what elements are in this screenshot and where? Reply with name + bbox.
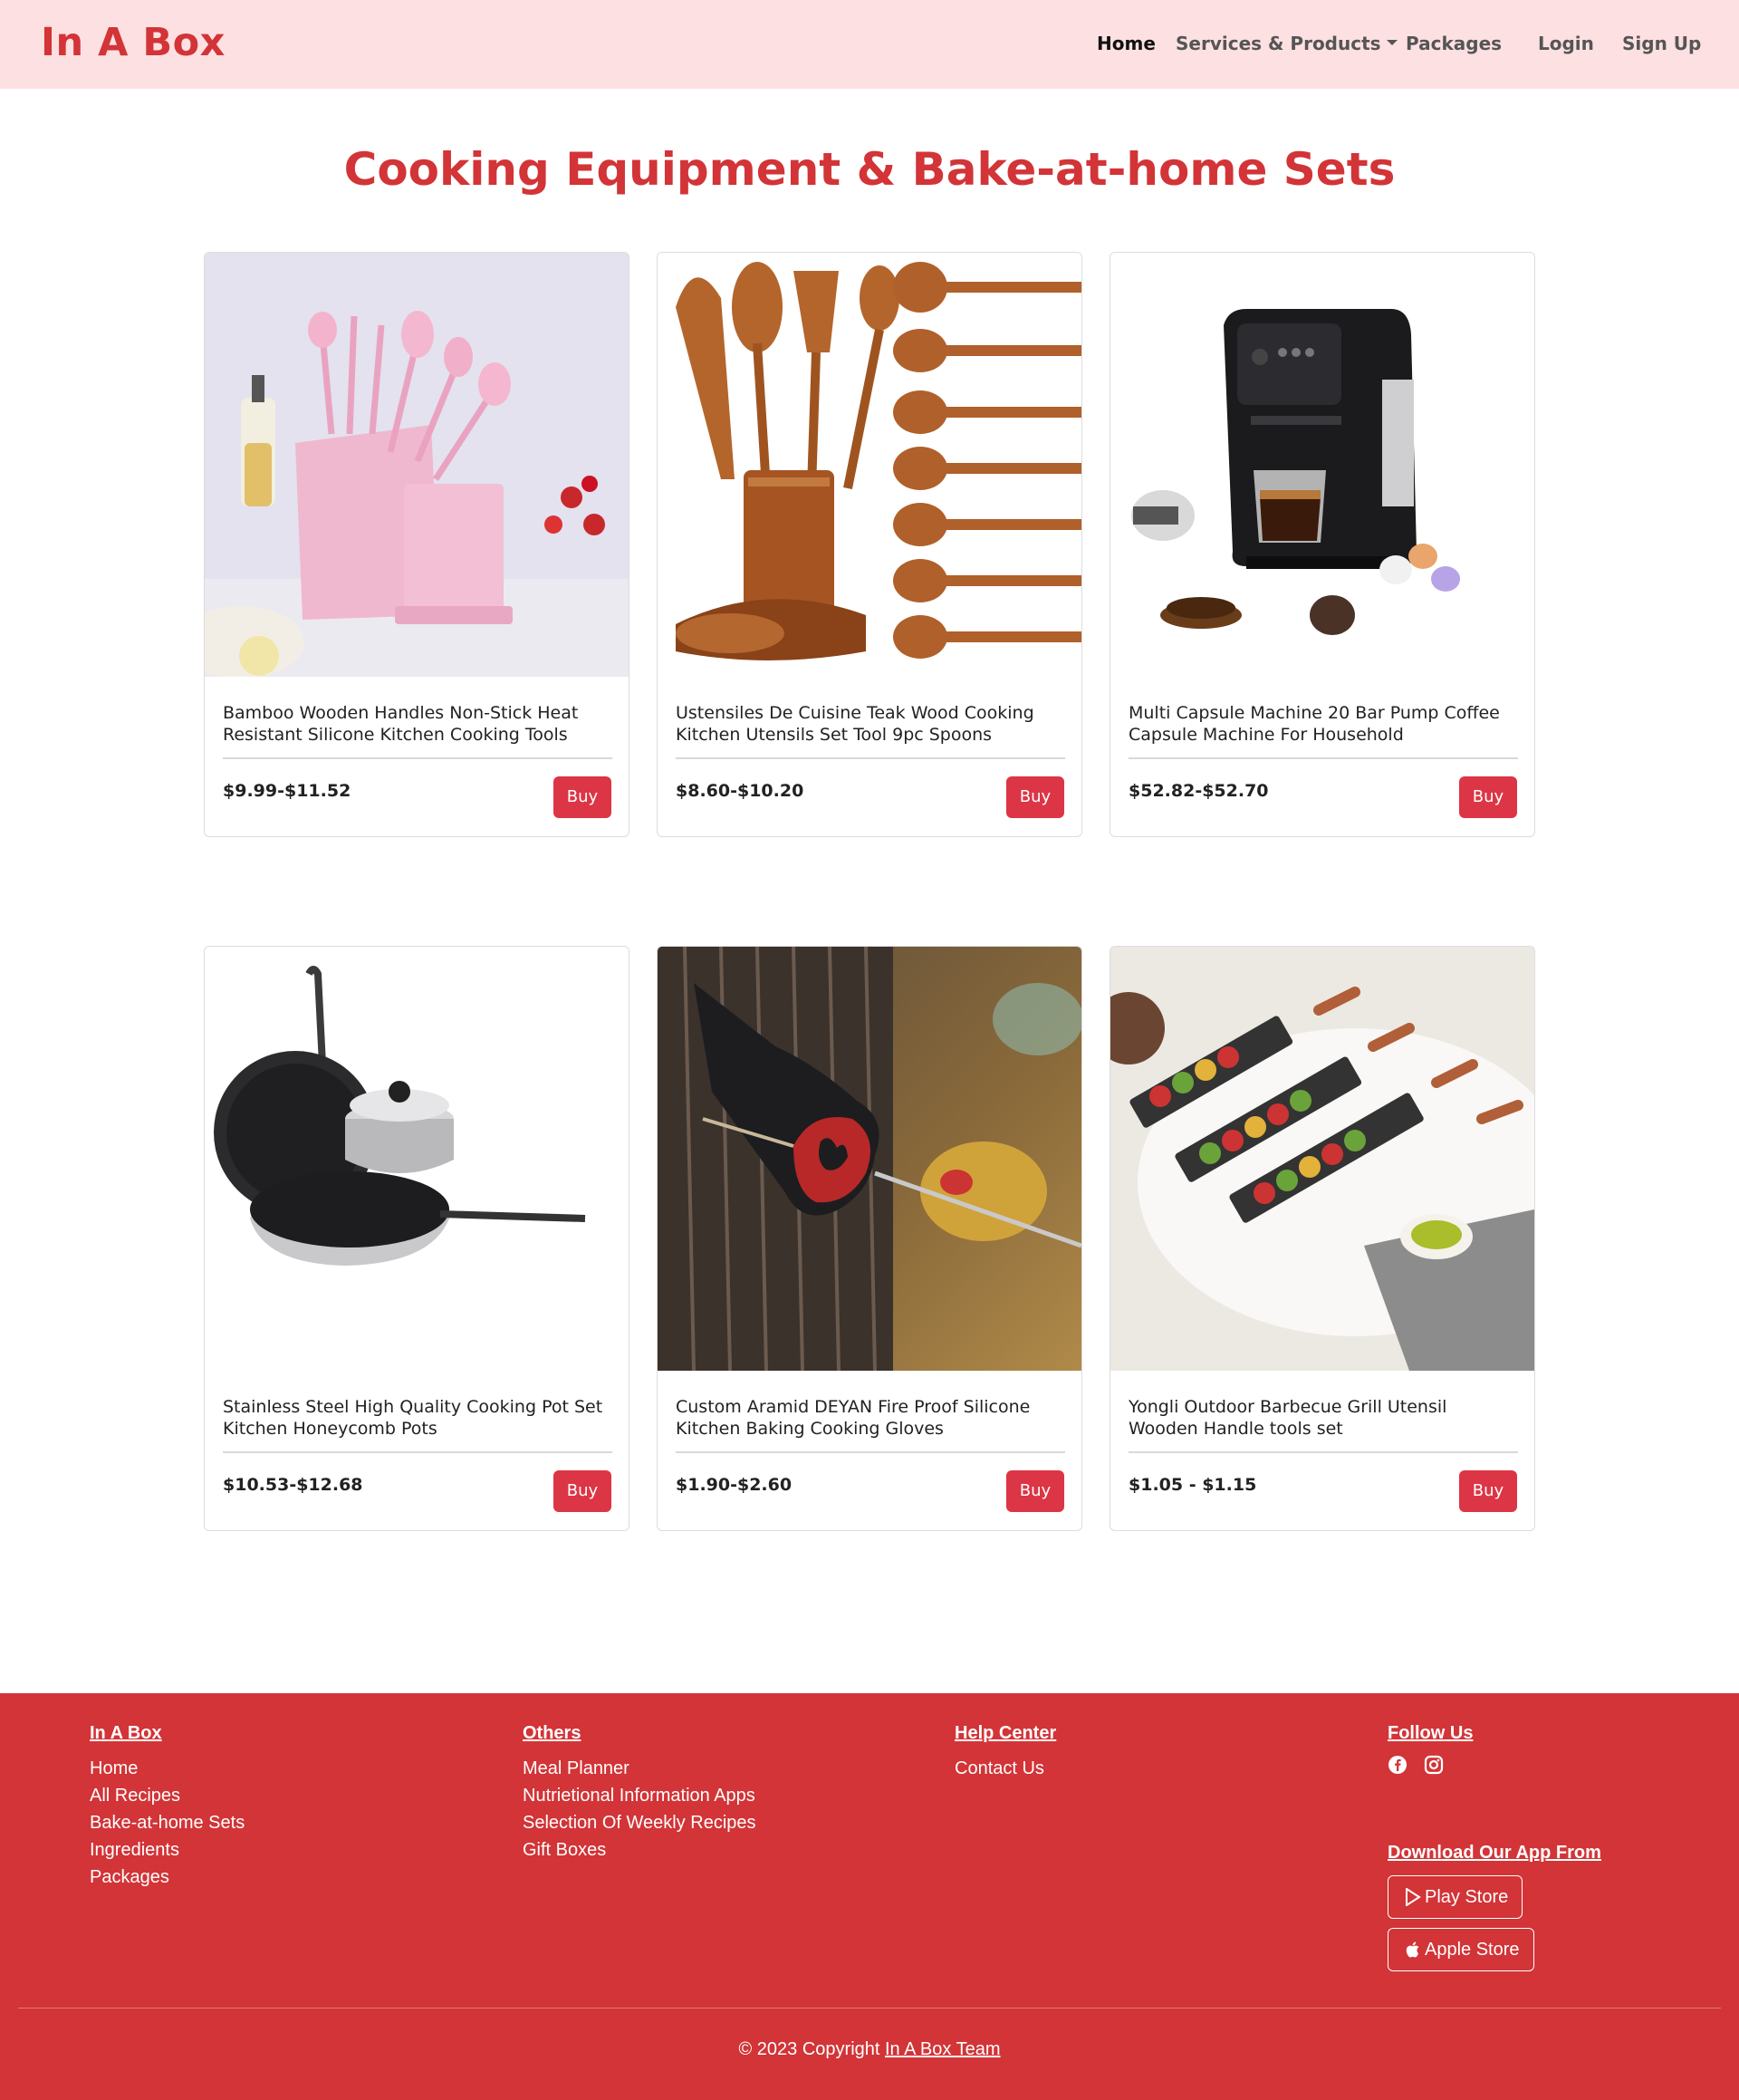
- product-image-coffee-machine[interactable]: [1110, 253, 1534, 677]
- nav-sign-up[interactable]: Sign Up: [1622, 33, 1701, 54]
- buy-button[interactable]: Buy: [1459, 776, 1517, 818]
- buy-button[interactable]: Buy: [1006, 1470, 1064, 1512]
- product-price: $52.82-$52.70: [1129, 781, 1269, 801]
- footer-link-contact-us[interactable]: Contact Us: [955, 1755, 1056, 1782]
- nav-services-products[interactable]: Services & Products: [1176, 33, 1398, 54]
- nav-packages[interactable]: Packages: [1406, 33, 1502, 54]
- product-price: $10.53-$12.68: [223, 1475, 363, 1495]
- divider: [1129, 757, 1518, 759]
- page-title: Cooking Equipment & Bake-at-home Sets: [343, 143, 1396, 196]
- copyright-text: © 2023 Copyright: [738, 2039, 880, 2059]
- product-title: Custom Aramid DEYAN Fire Proof Silicone …: [676, 1397, 1031, 1439]
- footer-link-weekly-recipes[interactable]: Selection Of Weekly Recipes: [523, 1809, 756, 1836]
- chevron-down-icon: [1386, 39, 1398, 45]
- footer-link-gift-boxes[interactable]: Gift Boxes: [523, 1836, 756, 1864]
- product-title: Ustensiles De Cuisine Teak Wood Cooking …: [676, 703, 1034, 745]
- play-store-label: Play Store: [1425, 1886, 1509, 1907]
- footer: In A Box Home All Recipes Bake-at-home S…: [0, 1693, 1739, 2100]
- facebook-icon[interactable]: [1388, 1755, 1408, 1779]
- product-image-bbq-baskets[interactable]: [1110, 947, 1534, 1371]
- product-price: $1.90-$2.60: [676, 1475, 793, 1495]
- footer-col-in-a-box: In A Box Home All Recipes Bake-at-home S…: [90, 1723, 245, 1891]
- buy-button[interactable]: Buy: [553, 1470, 611, 1512]
- product-card: Multi Capsule Machine 20 Bar Pump Coffee…: [1110, 252, 1535, 837]
- copyright: © 2023 Copyright In A Box Team: [0, 2039, 1739, 2060]
- divider: [223, 1451, 612, 1453]
- nav-services-products-label: Services & Products: [1176, 33, 1381, 54]
- product-title: Stainless Steel High Quality Cooking Pot…: [223, 1397, 603, 1439]
- product-card: Custom Aramid DEYAN Fire Proof Silicone …: [657, 946, 1082, 1531]
- divider: [223, 757, 612, 759]
- apple-store-button[interactable]: Apple Store: [1388, 1928, 1534, 1971]
- product-image-grill-gloves[interactable]: [658, 947, 1081, 1371]
- buy-button[interactable]: Buy: [553, 776, 611, 818]
- footer-link-ingredients[interactable]: Ingredients: [90, 1836, 245, 1864]
- product-price: $1.05 - $1.15: [1129, 1475, 1257, 1495]
- nav-login[interactable]: Login: [1538, 33, 1594, 54]
- footer-col-follow: Follow Us: [1388, 1723, 1473, 1779]
- footer-col-others: Others Meal Planner Nutrietional Informa…: [523, 1723, 756, 1864]
- product-card: Bamboo Wooden Handles Non-Stick Heat Res…: [204, 252, 629, 837]
- social-icons: [1388, 1755, 1473, 1779]
- divider: [1129, 1451, 1518, 1453]
- navbar: In A Box Home Services & Products Packag…: [0, 0, 1739, 89]
- product-title: Multi Capsule Machine 20 Bar Pump Coffee…: [1129, 703, 1500, 745]
- product-card: Yongli Outdoor Barbecue Grill Utensil Wo…: [1110, 946, 1535, 1531]
- product-image-wooden-utensils[interactable]: [658, 253, 1081, 677]
- footer-heading[interactable]: Others: [523, 1723, 756, 1744]
- footer-heading[interactable]: In A Box: [90, 1723, 245, 1744]
- instagram-icon[interactable]: [1424, 1755, 1444, 1779]
- footer-link-nutrition-apps[interactable]: Nutrietional Information Apps: [523, 1782, 756, 1809]
- footer-link-meal-planner[interactable]: Meal Planner: [523, 1755, 756, 1782]
- play-store-icon: [1406, 1888, 1421, 1906]
- play-store-button[interactable]: Play Store: [1388, 1875, 1523, 1919]
- divider: [676, 757, 1065, 759]
- apple-icon: [1406, 1941, 1419, 1958]
- product-card: Ustensiles De Cuisine Teak Wood Cooking …: [657, 252, 1082, 837]
- product-title: Bamboo Wooden Handles Non-Stick Heat Res…: [223, 703, 579, 745]
- brand-logo[interactable]: In A Box: [41, 20, 226, 65]
- buy-button[interactable]: Buy: [1459, 1470, 1517, 1512]
- footer-link-packages[interactable]: Packages: [90, 1864, 245, 1891]
- nav-home[interactable]: Home: [1097, 33, 1156, 54]
- product-card: Stainless Steel High Quality Cooking Pot…: [204, 946, 629, 1531]
- footer-col-help: Help Center Contact Us: [955, 1723, 1056, 1782]
- footer-link-all-recipes[interactable]: All Recipes: [90, 1782, 245, 1809]
- product-title: Yongli Outdoor Barbecue Grill Utensil Wo…: [1129, 1397, 1447, 1439]
- divider: [676, 1451, 1065, 1453]
- product-image-pot-set[interactable]: [205, 947, 629, 1371]
- product-price: $9.99-$11.52: [223, 781, 351, 801]
- product-price: $8.60-$10.20: [676, 781, 804, 801]
- copyright-team-link[interactable]: In A Box Team: [885, 2039, 1001, 2059]
- apple-store-label: Apple Store: [1425, 1939, 1520, 1960]
- footer-heading[interactable]: Help Center: [955, 1723, 1056, 1744]
- download-app-heading: Download Our App From: [1388, 1843, 1601, 1863]
- product-image-silicone-utensils[interactable]: [205, 253, 629, 677]
- buy-button[interactable]: Buy: [1006, 776, 1064, 818]
- footer-link-home[interactable]: Home: [90, 1755, 245, 1782]
- footer-heading[interactable]: Follow Us: [1388, 1723, 1473, 1744]
- footer-link-bake-at-home[interactable]: Bake-at-home Sets: [90, 1809, 245, 1836]
